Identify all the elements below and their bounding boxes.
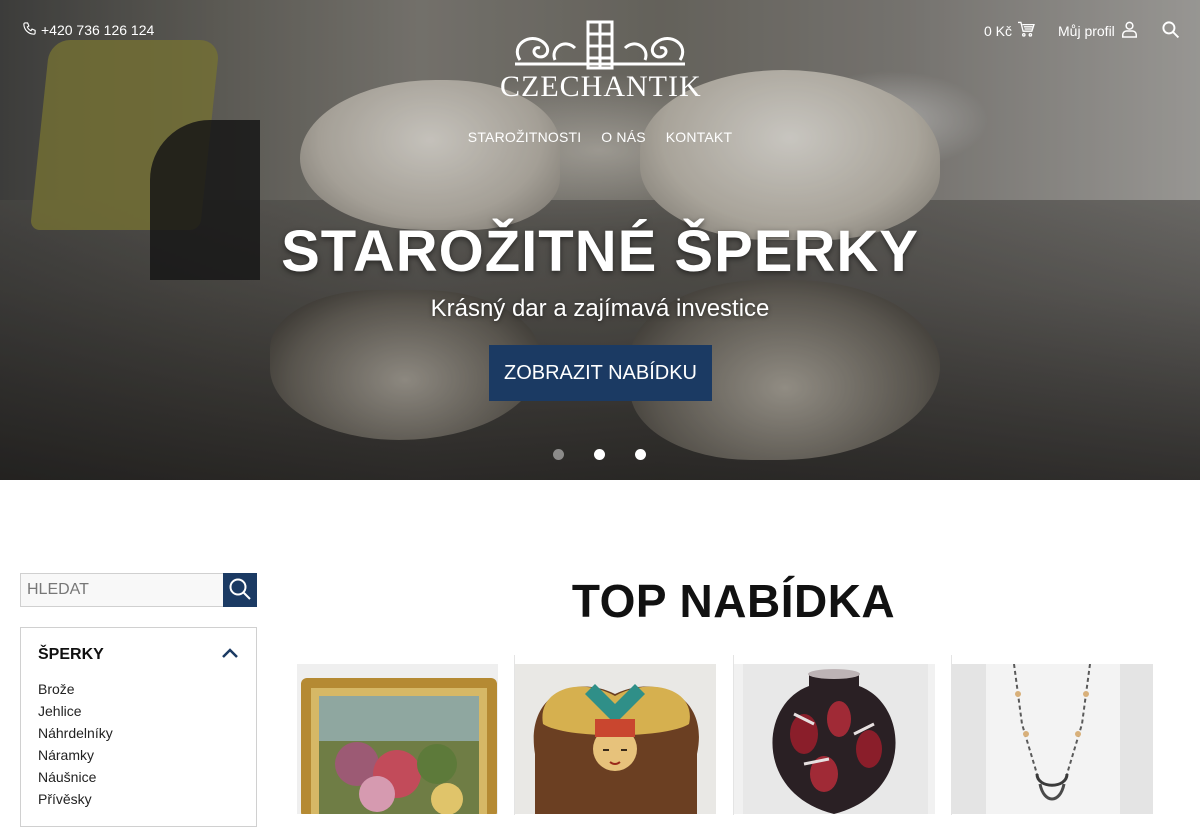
product-image[interactable] [297,664,498,814]
chevron-up-icon[interactable] [221,646,239,664]
cart-amount: 0 Kč [984,22,1013,39]
product-image[interactable] [515,664,717,814]
nav-item-kontakt[interactable]: KONTAKT [666,129,732,145]
show-offer-button[interactable]: ZOBRAZIT NABÍDKU [489,345,712,401]
site-logo[interactable]: CZECHANTIK [500,20,702,103]
hero-banner: +420 736 126 124 CZECHANTIK STAROŽITNOST… [0,0,1200,480]
sidebar-search [20,573,257,607]
search-icon [228,577,252,604]
product-image[interactable] [733,664,935,814]
user-icon [1121,21,1137,41]
category-item-nahrdelniky[interactable]: Náhrdelníky [38,722,239,744]
product-grid [297,655,1170,815]
carousel-dot[interactable] [635,449,646,460]
category-item-jehlice[interactable]: Jehlice [38,700,239,722]
carousel-dot[interactable] [553,449,564,460]
search-submit-button[interactable] [223,573,257,607]
profile-label: Můj profil [1058,23,1115,39]
product-card[interactable] [515,655,734,815]
cart-icon [1017,21,1035,40]
carousel-dot[interactable] [594,449,605,460]
logo-ornament-icon [515,20,685,70]
category-item-nausnice[interactable]: Náušnice [38,766,239,788]
search-icon [1161,21,1180,43]
product-card[interactable] [733,655,952,815]
search-button[interactable] [1161,20,1180,44]
cart-button[interactable]: 0 Kč [984,21,1035,40]
category-header[interactable]: ŠPERKY [38,646,239,664]
category-item-privesky[interactable]: Přívěsky [38,788,239,810]
phone-icon [22,21,37,39]
nav-item-o-nas[interactable]: O NÁS [601,129,646,145]
nav-item-starozitnosti[interactable]: STAROŽITNOSTI [468,129,582,145]
product-card[interactable] [951,655,1170,815]
product-card[interactable] [297,655,516,815]
hero-title: STAROŽITNÉ ŠPERKY [281,219,919,284]
category-title: ŠPERKY [38,646,104,663]
category-list: Brože Jehlice Náhrdelníky Náramky Náušni… [38,678,239,810]
category-panel: ŠPERKY Brože Jehlice Náhrdelníky Náramky… [20,627,257,827]
carousel-dots [553,449,646,460]
profile-button[interactable]: Můj profil [1058,21,1137,41]
product-image[interactable] [951,664,1153,814]
hero-subtitle: Krásný dar a zajímavá investice [430,295,770,322]
category-item-broze[interactable]: Brože [38,678,239,700]
search-input[interactable] [20,573,223,607]
section-title: TOP NABÍDKA [571,575,896,627]
phone-link[interactable]: +420 736 126 124 [22,21,154,39]
category-item-naramky[interactable]: Náramky [38,744,239,766]
phone-number: +420 736 126 124 [41,22,155,38]
logo-wordmark: CZECHANTIK [500,70,702,103]
main-nav: STAROŽITNOSTI O NÁS KONTAKT [0,129,1200,145]
